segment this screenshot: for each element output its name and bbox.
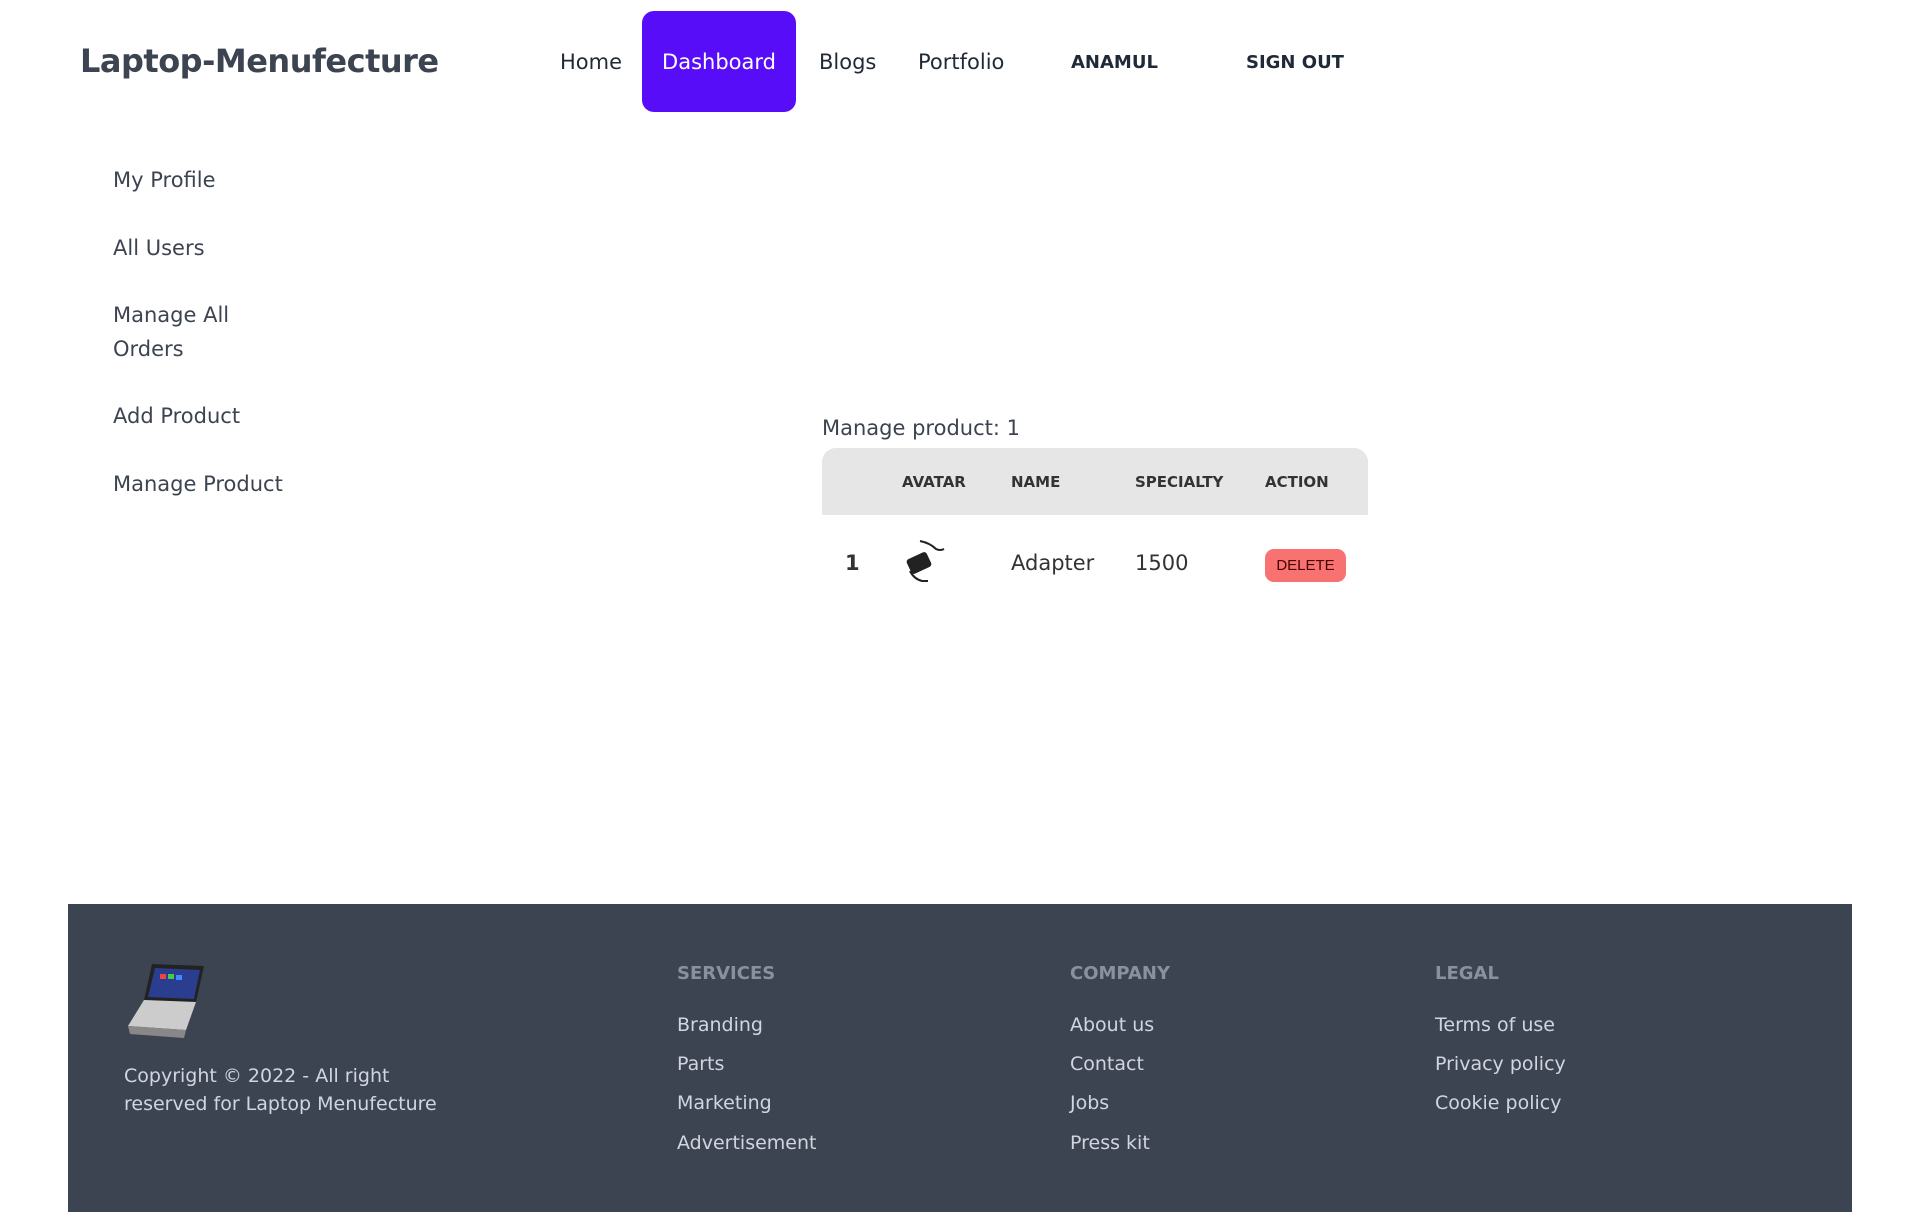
laptop-logo-icon (128, 964, 204, 1038)
footer-link-contact[interactable]: Contact (1070, 1053, 1144, 1075)
column-avatar: AVATAR (902, 473, 966, 491)
footer-link-jobs[interactable]: Jobs (1070, 1092, 1109, 1114)
footer-company-title: COMPANY (1070, 963, 1170, 984)
nav-dashboard[interactable]: Dashboard (642, 11, 796, 112)
sidebar-item-add-product[interactable]: Add Product (113, 399, 263, 433)
nav-blogs[interactable]: Blogs (819, 50, 876, 74)
sidebar-item-all-users[interactable]: All Users (113, 231, 263, 265)
sign-out-button[interactable]: SIGN OUT (1246, 52, 1344, 73)
footer-link-about[interactable]: About us (1070, 1014, 1154, 1036)
footer (68, 904, 1852, 1212)
footer-link-cookie[interactable]: Cookie policy (1435, 1092, 1561, 1114)
footer-link-branding[interactable]: Branding (677, 1014, 763, 1036)
footer-link-press-kit[interactable]: Press kit (1070, 1132, 1150, 1154)
row-index: 1 (845, 551, 860, 575)
nav-portfolio[interactable]: Portfolio (918, 50, 1004, 74)
footer-link-privacy[interactable]: Privacy policy (1435, 1053, 1566, 1075)
user-name: ANAMUL (1071, 52, 1158, 73)
sidebar-item-manage-orders[interactable]: Manage All Orders (113, 298, 243, 366)
sidebar-item-my-profile[interactable]: My Profile (113, 163, 263, 197)
page-title: Manage product: 1 (822, 416, 1020, 440)
footer-link-terms[interactable]: Terms of use (1435, 1014, 1555, 1036)
column-name: NAME (1011, 473, 1061, 491)
row-specialty: 1500 (1135, 551, 1189, 575)
footer-link-advertisement[interactable]: Advertisement (677, 1132, 816, 1154)
copyright-text: Copyright © 2022 - All right reserved fo… (124, 1065, 437, 1115)
footer-link-marketing[interactable]: Marketing (677, 1092, 772, 1114)
site-logo[interactable]: Laptop-Menufecture (80, 42, 439, 80)
footer-link-parts[interactable]: Parts (677, 1053, 724, 1075)
delete-button[interactable]: DELETE (1265, 549, 1346, 582)
nav-home[interactable]: Home (560, 50, 622, 74)
column-specialty: SPECIALTY (1135, 473, 1224, 491)
column-action: ACTION (1265, 473, 1329, 491)
footer-legal-title: LEGAL (1435, 963, 1499, 984)
adapter-avatar-icon (906, 540, 945, 582)
sidebar-item-manage-product[interactable]: Manage Product (113, 467, 313, 501)
footer-services-title: SERVICES (677, 963, 776, 984)
row-name: Adapter (1011, 551, 1095, 575)
